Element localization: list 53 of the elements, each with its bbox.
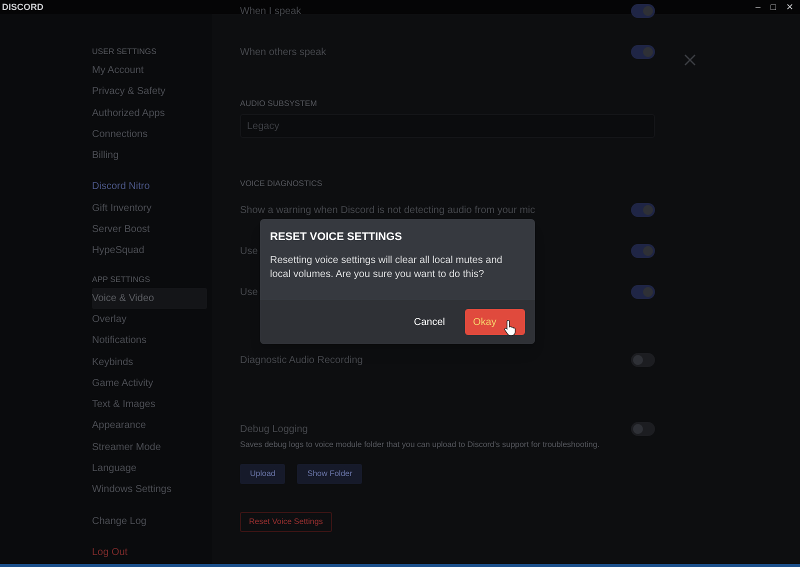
toggle-switch[interactable] bbox=[631, 244, 655, 258]
setting-label: Diagnostic Audio Recording bbox=[240, 354, 363, 368]
toggle-switch[interactable] bbox=[631, 203, 655, 217]
sidebar-item[interactable]: Text & Images bbox=[92, 394, 207, 416]
sidebar-item[interactable]: Voice & Video bbox=[92, 288, 207, 309]
sidebar-item[interactable]: My Account bbox=[92, 60, 207, 82]
sidebar-item[interactable]: Change Log bbox=[92, 510, 207, 532]
close-button[interactable]: ✕ bbox=[786, 2, 794, 12]
cancel-button[interactable]: Cancel bbox=[408, 308, 451, 336]
sidebar-heading: APP SETTINGS bbox=[92, 274, 152, 286]
sidebar-item[interactable]: Streamer Mode bbox=[92, 436, 207, 458]
sidebar-item[interactable]: Game Activity bbox=[92, 372, 207, 394]
setting-label: Show a warning when Discord is not detecting audio from your mic bbox=[240, 204, 536, 218]
toggle-switch[interactable] bbox=[631, 285, 655, 299]
sidebar-item[interactable]: Language bbox=[92, 458, 207, 480]
setting-label: When others speak bbox=[240, 46, 326, 60]
action-button[interactable]: Show Folder bbox=[297, 464, 362, 484]
sidebar-item[interactable]: Log Out bbox=[92, 542, 207, 564]
sidebar-item[interactable]: Privacy & Safety bbox=[92, 81, 207, 103]
sidebar-item[interactable]: Keybinds bbox=[92, 352, 207, 373]
section-heading: VOICE DIAGNOSTICS bbox=[240, 178, 324, 190]
sidebar-item[interactable]: Connections bbox=[92, 124, 207, 146]
close-icon[interactable] bbox=[682, 52, 698, 68]
sidebar-item[interactable]: HypeSquad bbox=[92, 240, 207, 262]
reset-voice-settings-button[interactable]: Reset Voice Settings bbox=[240, 512, 332, 532]
dialog-title: RESET VOICE SETTINGS bbox=[270, 230, 404, 245]
minimize-button[interactable]: – bbox=[756, 2, 761, 12]
toggle-switch[interactable] bbox=[631, 353, 655, 367]
sidebar-item[interactable]: Billing bbox=[92, 145, 207, 166]
setting-label: Use bbox=[240, 286, 258, 300]
sidebar-heading: USER SETTINGS bbox=[92, 46, 158, 58]
sidebar-item[interactable]: Appearance bbox=[92, 415, 207, 437]
section-heading: AUDIO SUBSYSTEM bbox=[240, 98, 318, 110]
sidebar-item[interactable]: Authorized Apps bbox=[92, 102, 207, 124]
sidebar-item[interactable]: Windows Settings bbox=[92, 479, 207, 501]
setting-description: Saves debug logs to voice module folder that you can upload to Discord's support for troubleshooting. bbox=[240, 439, 601, 451]
sidebar-item[interactable]: Overlay bbox=[92, 308, 207, 330]
sidebar-item[interactable]: Discord Nitro bbox=[92, 176, 207, 198]
okay-button[interactable]: Okay bbox=[465, 309, 525, 335]
setting-label: When I speak bbox=[240, 4, 302, 18]
setting-label: Debug Logging bbox=[240, 422, 308, 436]
toggle-switch[interactable] bbox=[631, 45, 655, 59]
pointer-hand-icon bbox=[504, 320, 516, 336]
maximize-button[interactable]: □ bbox=[770, 2, 776, 12]
window-title: DISCORD bbox=[2, 2, 44, 12]
dialog-message: Resetting voice settings will clear all local mutes and local volumes. Are you sure you want to do this? bbox=[270, 254, 504, 282]
sidebar-item[interactable]: Gift Inventory bbox=[92, 198, 207, 220]
sidebar-item[interactable]: Notifications bbox=[92, 330, 207, 352]
setting-label: Use bbox=[240, 244, 258, 258]
sidebar-item[interactable]: Server Boost bbox=[92, 219, 207, 240]
toggle-switch[interactable] bbox=[631, 4, 655, 18]
toggle-switch[interactable] bbox=[631, 422, 655, 436]
action-button[interactable]: Upload bbox=[240, 464, 286, 484]
